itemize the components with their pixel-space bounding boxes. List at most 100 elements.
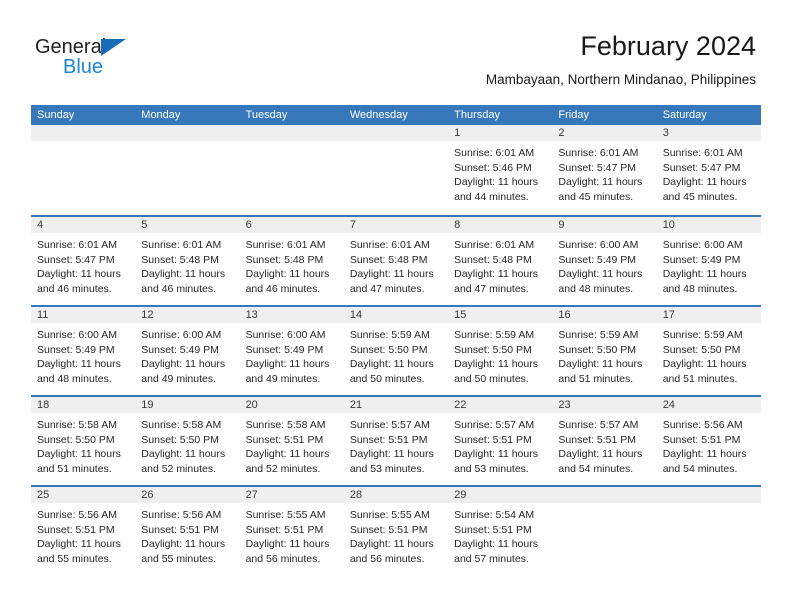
sunset-text: Sunset: 5:47 PM xyxy=(37,253,115,266)
day-number: 7 xyxy=(349,219,356,231)
sunset-text: Sunset: 5:50 PM xyxy=(141,433,219,446)
sunset-text: Sunset: 5:47 PM xyxy=(558,161,637,174)
day-details: Sunrise: 5:57 AM Sunset: 5:51 PM Daylight:… xyxy=(344,413,448,476)
sunset-text: Sunset: 5:47 PM xyxy=(662,161,741,174)
calendar-day-cell[interactable]: 15 Sunrise: 5:59 AM Sunset: 5:50 PM Dayligh… xyxy=(448,307,553,395)
daylight-text-line2: and 51 minutes. xyxy=(558,372,634,385)
calendar-day-cell[interactable]: 17 Sunrise: 5:59 AM Sunset: 5:50 PM Dayligh… xyxy=(656,307,761,395)
sunset-text: Sunset: 5:51 PM xyxy=(141,523,219,536)
sunrise-text: Sunrise: 5:58 AM xyxy=(141,419,222,431)
calendar-day-cell[interactable]: 4 Sunrise: 6:01 AM Sunset: 5:47 PM Daylight… xyxy=(31,217,136,305)
day-number-band: 27 xyxy=(239,487,344,503)
calendar-day-cell[interactable]: 10 Sunrise: 6:00 AM Sunset: 5:49 PM Dayligh… xyxy=(656,217,761,305)
day-number-band: 11 xyxy=(31,307,136,323)
calendar-day-cell[interactable]: 26 Sunrise: 5:56 AM Sunset: 5:51 PM Dayligh… xyxy=(135,487,240,575)
sunrise-text: Sunrise: 6:00 AM xyxy=(141,329,222,341)
day-number-band: 16 xyxy=(552,307,657,323)
sunrise-text: Sunrise: 5:54 AM xyxy=(454,509,535,521)
sunrise-text: Sunrise: 5:59 AM xyxy=(349,329,430,341)
sunrise-text: Sunrise: 5:58 AM xyxy=(37,419,117,431)
calendar-day-cell[interactable]: 1 Sunrise: 6:01 AM Sunset: 5:46 PM Daylight… xyxy=(448,125,553,215)
calendar-day-cell[interactable]: 27 Sunrise: 5:55 AM Sunset: 5:51 PM Dayligh… xyxy=(239,487,344,575)
sunset-text: Sunset: 5:51 PM xyxy=(558,433,637,446)
daylight-text-line1: Daylight: 11 hours xyxy=(245,448,330,460)
daylight-text-line1: Daylight: 11 hours xyxy=(37,268,121,280)
daylight-text-line1: Daylight: 11 hours xyxy=(662,176,747,188)
day-details: Sunrise: 5:57 AM Sunset: 5:51 PM Daylight:… xyxy=(448,413,552,476)
day-number: 8 xyxy=(454,219,461,231)
calendar-day-cell[interactable]: 7 Sunrise: 6:01 AM Sunset: 5:48 PM Daylight… xyxy=(343,217,449,305)
day-details: Sunrise: 6:00 AM Sunset: 5:49 PM Daylight:… xyxy=(657,233,761,296)
sunset-text: Sunset: 5:51 PM xyxy=(454,433,532,446)
sunset-text: Sunset: 5:51 PM xyxy=(662,433,741,446)
sunset-text: Sunset: 5:49 PM xyxy=(662,253,741,266)
day-number-band: 29 xyxy=(448,487,553,503)
calendar-day-cell[interactable]: 25 Sunrise: 5:56 AM Sunset: 5:51 PM Dayligh… xyxy=(31,487,136,575)
sunrise-text: Sunrise: 6:01 AM xyxy=(349,239,430,251)
day-number: 14 xyxy=(349,309,363,321)
calendar-day-cell[interactable]: 14 Sunrise: 5:59 AM Sunset: 5:50 PM Dayligh… xyxy=(343,307,449,395)
day-number-band: 3 xyxy=(656,125,761,141)
sunrise-text: Sunrise: 6:01 AM xyxy=(454,239,535,251)
sunrise-text: Sunrise: 5:57 AM xyxy=(349,419,430,431)
calendar-week-row: 11 Sunrise: 6:00 AM Sunset: 5:49 PM Dayligh… xyxy=(31,305,761,395)
calendar-day-cell[interactable]: 28 Sunrise: 5:55 AM Sunset: 5:51 PM Dayligh… xyxy=(343,487,449,575)
day-number: 15 xyxy=(454,309,467,321)
daylight-text-line2: and 49 minutes. xyxy=(245,372,321,385)
daylight-text-line2: and 52 minutes. xyxy=(141,462,216,475)
calendar-day-cell[interactable]: 21 Sunrise: 5:57 AM Sunset: 5:51 PM Dayligh… xyxy=(343,397,449,485)
calendar-day-cell-empty xyxy=(656,487,761,575)
daylight-text-line2: and 47 minutes. xyxy=(349,282,425,295)
sunrise-text: Sunrise: 6:01 AM xyxy=(37,239,117,251)
day-details: Sunrise: 6:00 AM Sunset: 5:49 PM Daylight:… xyxy=(240,323,344,386)
day-number: 27 xyxy=(245,489,258,501)
day-number: 16 xyxy=(558,309,571,321)
calendar-day-cell[interactable]: 12 Sunrise: 6:00 AM Sunset: 5:49 PM Dayligh… xyxy=(135,307,240,395)
calendar-day-cell[interactable]: 11 Sunrise: 6:00 AM Sunset: 5:49 PM Dayligh… xyxy=(31,307,136,395)
day-number: 11 xyxy=(37,309,49,321)
sunset-text: Sunset: 5:51 PM xyxy=(349,523,428,536)
calendar-day-cell[interactable]: 3 Sunrise: 6:01 AM Sunset: 5:47 PM Daylight… xyxy=(656,125,761,215)
daylight-text-line1: Daylight: 11 hours xyxy=(454,448,538,460)
calendar-day-cell[interactable]: 23 Sunrise: 5:57 AM Sunset: 5:51 PM Dayligh… xyxy=(552,397,657,485)
day-number: 2 xyxy=(558,127,565,139)
day-details: Sunrise: 5:54 AM Sunset: 5:51 PM Daylight:… xyxy=(448,503,552,566)
calendar-day-cell[interactable]: 16 Sunrise: 5:59 AM Sunset: 5:50 PM Dayligh… xyxy=(552,307,657,395)
calendar-day-cell[interactable]: 22 Sunrise: 5:57 AM Sunset: 5:51 PM Dayligh… xyxy=(448,397,553,485)
daylight-text-line1: Daylight: 11 hours xyxy=(349,358,434,370)
calendar-day-cell[interactable]: 6 Sunrise: 6:01 AM Sunset: 5:48 PM Daylight… xyxy=(239,217,344,305)
calendar-day-cell[interactable]: 8 Sunrise: 6:01 AM Sunset: 5:48 PM Daylight… xyxy=(448,217,553,305)
calendar-day-cell[interactable]: 2 Sunrise: 6:01 AM Sunset: 5:47 PM Daylight… xyxy=(552,125,657,215)
daylight-text-line1: Daylight: 11 hours xyxy=(558,448,643,460)
calendar-day-cell[interactable]: 29 Sunrise: 5:54 AM Sunset: 5:51 PM Dayligh… xyxy=(448,487,553,575)
daylight-text-line1: Daylight: 11 hours xyxy=(558,268,643,280)
calendar-day-cell[interactable]: 18 Sunrise: 5:58 AM Sunset: 5:50 PM Dayligh… xyxy=(31,397,136,485)
day-number-band: 24 xyxy=(656,397,761,413)
calendar-day-cell[interactable]: 20 Sunrise: 5:58 AM Sunset: 5:51 PM Dayligh… xyxy=(239,397,344,485)
sunset-text: Sunset: 5:48 PM xyxy=(349,253,428,266)
day-number-band: 20 xyxy=(239,397,344,413)
calendar-day-cell[interactable]: 9 Sunrise: 6:00 AM Sunset: 5:49 PM Daylight… xyxy=(552,217,657,305)
sunset-text: Sunset: 5:49 PM xyxy=(37,343,115,356)
day-details: Sunrise: 6:01 AM Sunset: 5:48 PM Daylight:… xyxy=(344,233,448,296)
day-details: Sunrise: 5:58 AM Sunset: 5:51 PM Daylight:… xyxy=(240,413,344,476)
daylight-text-line2: and 45 minutes. xyxy=(662,190,738,203)
calendar-day-cell[interactable]: 19 Sunrise: 5:58 AM Sunset: 5:50 PM Dayligh… xyxy=(135,397,240,485)
sunrise-text: Sunrise: 5:55 AM xyxy=(349,509,430,521)
calendar-day-cell[interactable]: 5 Sunrise: 6:01 AM Sunset: 5:48 PM Daylight… xyxy=(135,217,240,305)
day-details: Sunrise: 6:00 AM Sunset: 5:49 PM Daylight:… xyxy=(135,323,239,386)
calendar-day-cell[interactable]: 13 Sunrise: 6:00 AM Sunset: 5:49 PM Dayligh… xyxy=(239,307,344,395)
general-blue-logo[interactable]: General Blue xyxy=(35,36,175,82)
sunrise-text: Sunrise: 6:01 AM xyxy=(662,147,743,159)
sunrise-text: Sunrise: 5:56 AM xyxy=(662,419,743,431)
day-number: 9 xyxy=(558,219,565,231)
daylight-text-line1: Daylight: 11 hours xyxy=(558,176,643,188)
weekday-header-wednesday: Wednesday xyxy=(349,109,408,121)
day-number-band: 22 xyxy=(448,397,553,413)
calendar-day-cell[interactable]: 24 Sunrise: 5:56 AM Sunset: 5:51 PM Dayligh… xyxy=(656,397,761,485)
daylight-text-line2: and 57 minutes. xyxy=(454,552,529,565)
day-number-band: 13 xyxy=(239,307,344,323)
day-number-band: 5 xyxy=(135,217,240,233)
daylight-text-line2: and 48 minutes. xyxy=(37,372,112,385)
day-number: 22 xyxy=(454,399,467,411)
